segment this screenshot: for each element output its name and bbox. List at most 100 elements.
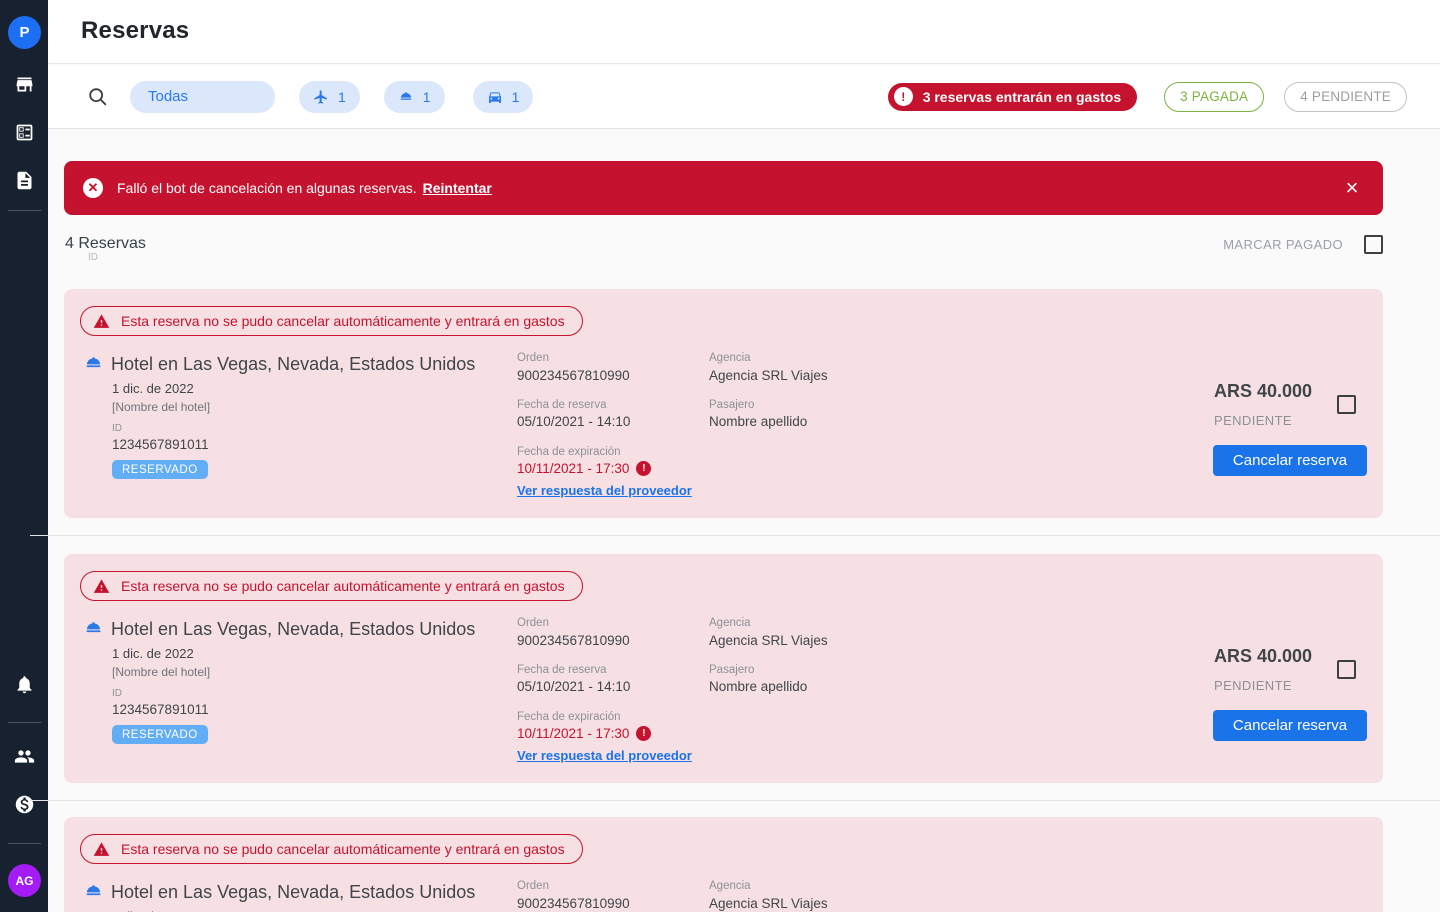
retry-link[interactable]: Reintentar	[423, 180, 492, 196]
orden-label: Orden	[517, 880, 549, 892]
id-label: ID	[112, 688, 122, 699]
filter-chip-cars[interactable]: 1	[473, 81, 534, 113]
reservation-card: Esta reserva no se pudo cancelar automát…	[64, 817, 1383, 912]
sidebar-item-bookings[interactable]	[0, 120, 48, 144]
hotel-icon	[83, 881, 104, 907]
sidebar-item-billing[interactable]	[0, 792, 48, 816]
banner-message: Falló el bot de cancelación en algunas r…	[117, 180, 417, 196]
app-logo[interactable]: P	[8, 16, 41, 49]
plane-icon	[313, 89, 329, 105]
card-warning-text: Esta reserva no se pudo cancelar automát…	[121, 841, 565, 857]
status-badge: RESERVADO	[112, 460, 208, 479]
user-avatar[interactable]: AG	[8, 864, 41, 897]
filter-chip-pending[interactable]: 4 PENDIENTE	[1284, 82, 1407, 112]
app-window: P AG Reservas	[0, 0, 1440, 912]
payment-status: PENDIENTE	[1214, 413, 1292, 428]
hotel-icon	[398, 89, 414, 105]
expiry-date-text: 10/11/2021 - 17:30	[517, 726, 629, 741]
cancel-reservation-button[interactable]: Cancelar reserva	[1213, 710, 1367, 741]
hotel-name-placeholder: [Nombre del hotel]	[112, 400, 210, 414]
agency-label: Agencia	[709, 352, 751, 364]
expense-warning-badge[interactable]: ! 3 reservas entrarán en gastos	[888, 83, 1137, 111]
sidebar-divider	[8, 722, 41, 723]
filter-chip-flights[interactable]: 1	[299, 81, 360, 113]
reservation-card: Esta reserva no se pudo cancelar automát…	[64, 289, 1383, 518]
hotel-count: 1	[423, 89, 431, 105]
exclamation-icon: !	[894, 87, 913, 106]
mark-paid-label: MARCAR PAGADO	[1223, 237, 1343, 252]
sidebar-divider	[8, 210, 41, 211]
agency-value: Agencia SRL Viajes	[709, 896, 828, 911]
agency-label: Agencia	[709, 617, 751, 629]
orden-value: 900234567810990	[517, 633, 630, 648]
card-select-checkbox[interactable]	[1337, 395, 1356, 414]
id-value: 1234567891011	[112, 702, 209, 717]
card-warning-pill: Esta reserva no se pudo cancelar automát…	[80, 834, 583, 864]
filter-chip-hotels[interactable]: 1	[384, 81, 445, 113]
warning-triangle-icon	[93, 841, 110, 858]
provider-response-link[interactable]: Ver respuesta del proveedor	[517, 483, 692, 498]
search-button[interactable]	[86, 85, 110, 109]
filter-chip-paid[interactable]: 3 PAGADA	[1164, 82, 1264, 112]
document-icon	[14, 170, 35, 191]
car-count: 1	[512, 89, 520, 105]
card-warning-text: Esta reserva no se pudo cancelar automát…	[121, 578, 565, 594]
app-logo-letter: P	[19, 24, 29, 41]
sidebar-item-documents[interactable]	[0, 168, 48, 192]
price: ARS 40.000	[1214, 381, 1312, 402]
booking-date-value: 05/10/2021 - 14:10	[517, 679, 630, 694]
page-title: Reservas	[81, 17, 189, 45]
cancellation-error-banner: ✕ Falló el bot de cancelación en algunas…	[64, 161, 1383, 215]
bell-icon	[14, 674, 35, 695]
filter-all-select[interactable]: Todas	[130, 81, 275, 113]
booking-date-value: 05/10/2021 - 14:10	[517, 414, 630, 429]
expiry-label: Fecha de expiración	[517, 711, 621, 723]
close-icon: ×	[1346, 175, 1359, 200]
flight-count: 1	[338, 89, 346, 105]
hotel-name-placeholder: [Nombre del hotel]	[112, 665, 210, 679]
orden-label: Orden	[517, 352, 549, 364]
passenger-value: Nombre apellido	[709, 414, 807, 429]
id-label: ID	[112, 423, 122, 434]
sidebar-divider	[8, 843, 41, 844]
id-value: 1234567891011	[112, 437, 209, 452]
reservation-date: 1 dic. de 2022	[112, 381, 194, 396]
search-icon	[87, 86, 109, 108]
sidebar-item-store[interactable]	[0, 72, 48, 96]
expired-warning-icon: !	[636, 726, 651, 741]
card-divider	[30, 800, 1440, 801]
card-warning-text: Esta reserva no se pudo cancelar automát…	[121, 313, 565, 329]
warning-triangle-icon	[93, 313, 110, 330]
hotel-icon	[83, 618, 104, 644]
sidebar-item-users[interactable]	[0, 744, 48, 768]
expiry-label: Fecha de expiración	[517, 446, 621, 458]
expiry-value: 10/11/2021 - 17:30 !	[517, 461, 651, 476]
error-circle-icon: ✕	[83, 178, 103, 198]
orden-label: Orden	[517, 617, 549, 629]
cancel-reservation-button[interactable]: Cancelar reserva	[1213, 445, 1367, 476]
orden-value: 900234567810990	[517, 368, 630, 383]
reservation-count: 4 Reservas	[65, 235, 146, 253]
page-header: Reservas	[48, 0, 1440, 64]
sidebar-item-notifications[interactable]	[0, 672, 48, 696]
card-select-checkbox[interactable]	[1337, 660, 1356, 679]
reservation-title: Hotel en Las Vegas, Nevada, Estados Unid…	[111, 619, 475, 640]
passenger-label: Pasajero	[709, 664, 754, 676]
warning-triangle-icon	[93, 578, 110, 595]
mark-paid-checkbox[interactable]	[1364, 235, 1383, 254]
ballot-icon	[14, 122, 35, 143]
booking-date-label: Fecha de reserva	[517, 399, 607, 411]
id-column-label: ID	[88, 252, 98, 263]
card-warning-pill: Esta reserva no se pudo cancelar automát…	[80, 571, 583, 601]
banner-close-button[interactable]: ×	[1339, 175, 1365, 201]
car-icon	[487, 89, 503, 105]
provider-response-link[interactable]: Ver respuesta del proveedor	[517, 748, 692, 763]
expiry-date-text: 10/11/2021 - 17:30	[517, 461, 629, 476]
orden-value: 900234567810990	[517, 896, 630, 911]
hotel-icon	[83, 353, 104, 379]
reservations-content: ✕ Falló el bot de cancelación en algunas…	[48, 130, 1440, 912]
expired-warning-icon: !	[636, 461, 651, 476]
card-divider	[30, 535, 1440, 536]
price: ARS 40.000	[1214, 646, 1312, 667]
booking-date-label: Fecha de reserva	[517, 664, 607, 676]
